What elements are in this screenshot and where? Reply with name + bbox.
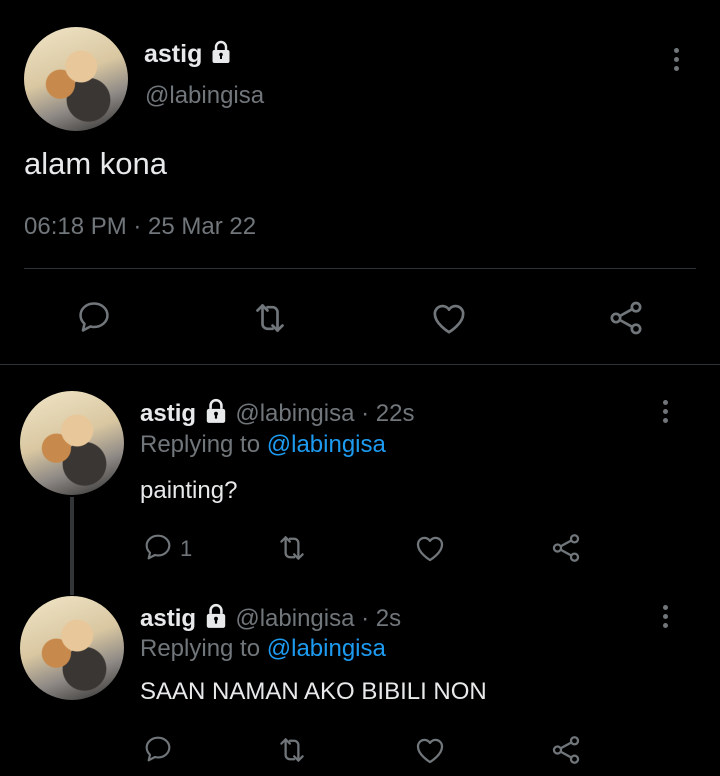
reply-header: astig @labingisa · 2s [140,603,401,636]
lock-icon [203,603,229,636]
retweet-icon[interactable] [275,531,309,565]
reply-header: astig @labingisa · 22s [140,398,415,431]
lock-icon [203,398,229,431]
divider [0,364,720,365]
tweet-text: alam kona [24,146,168,181]
reply-text: SAAN NAMAN AKO BIBILI NON [140,678,487,705]
share-icon[interactable] [606,298,646,338]
lock-icon [209,40,233,71]
reply-time: · 22s [361,399,415,427]
replying-to-handle[interactable]: @labingisa [267,635,386,662]
more-icon[interactable] [663,400,668,423]
retweet-icon[interactable] [275,733,309,767]
divider [24,268,696,269]
retweet-icon[interactable] [250,298,290,338]
tweet-timestamp[interactable]: 06:18 PM · 25 Mar 22 [24,213,256,241]
more-icon[interactable] [663,605,668,628]
reply-time: · 2s [361,604,402,632]
like-icon[interactable] [413,733,447,767]
handle[interactable]: @labingisa [145,82,264,110]
replying-to-handle[interactable]: @labingisa [267,431,386,458]
handle[interactable]: @labingisa [235,605,354,632]
share-icon[interactable] [549,733,583,767]
replying-to: Replying to @labingisa [140,635,386,663]
like-icon[interactable] [413,531,447,565]
display-name[interactable]: astig [140,400,196,427]
reply-icon[interactable] [142,531,174,563]
avatar[interactable] [20,391,124,495]
display-name-text: astig [144,40,203,69]
avatar[interactable] [24,27,128,131]
display-name[interactable]: astig [144,40,233,71]
reply-count: 1 [180,536,193,561]
replying-to-label: Replying to [140,431,261,458]
handle[interactable]: @labingisa [235,400,354,427]
reply-text: painting? [140,477,238,504]
more-icon[interactable] [674,48,679,71]
share-icon[interactable] [549,531,583,565]
replying-to-label: Replying to [140,635,261,662]
avatar[interactable] [20,596,124,700]
replying-to: Replying to @labingisa [140,431,386,459]
reply-icon[interactable] [75,298,113,336]
like-icon[interactable] [429,298,469,338]
reply-icon[interactable] [142,733,174,765]
thread-line [70,497,74,595]
display-name[interactable]: astig [140,605,196,632]
